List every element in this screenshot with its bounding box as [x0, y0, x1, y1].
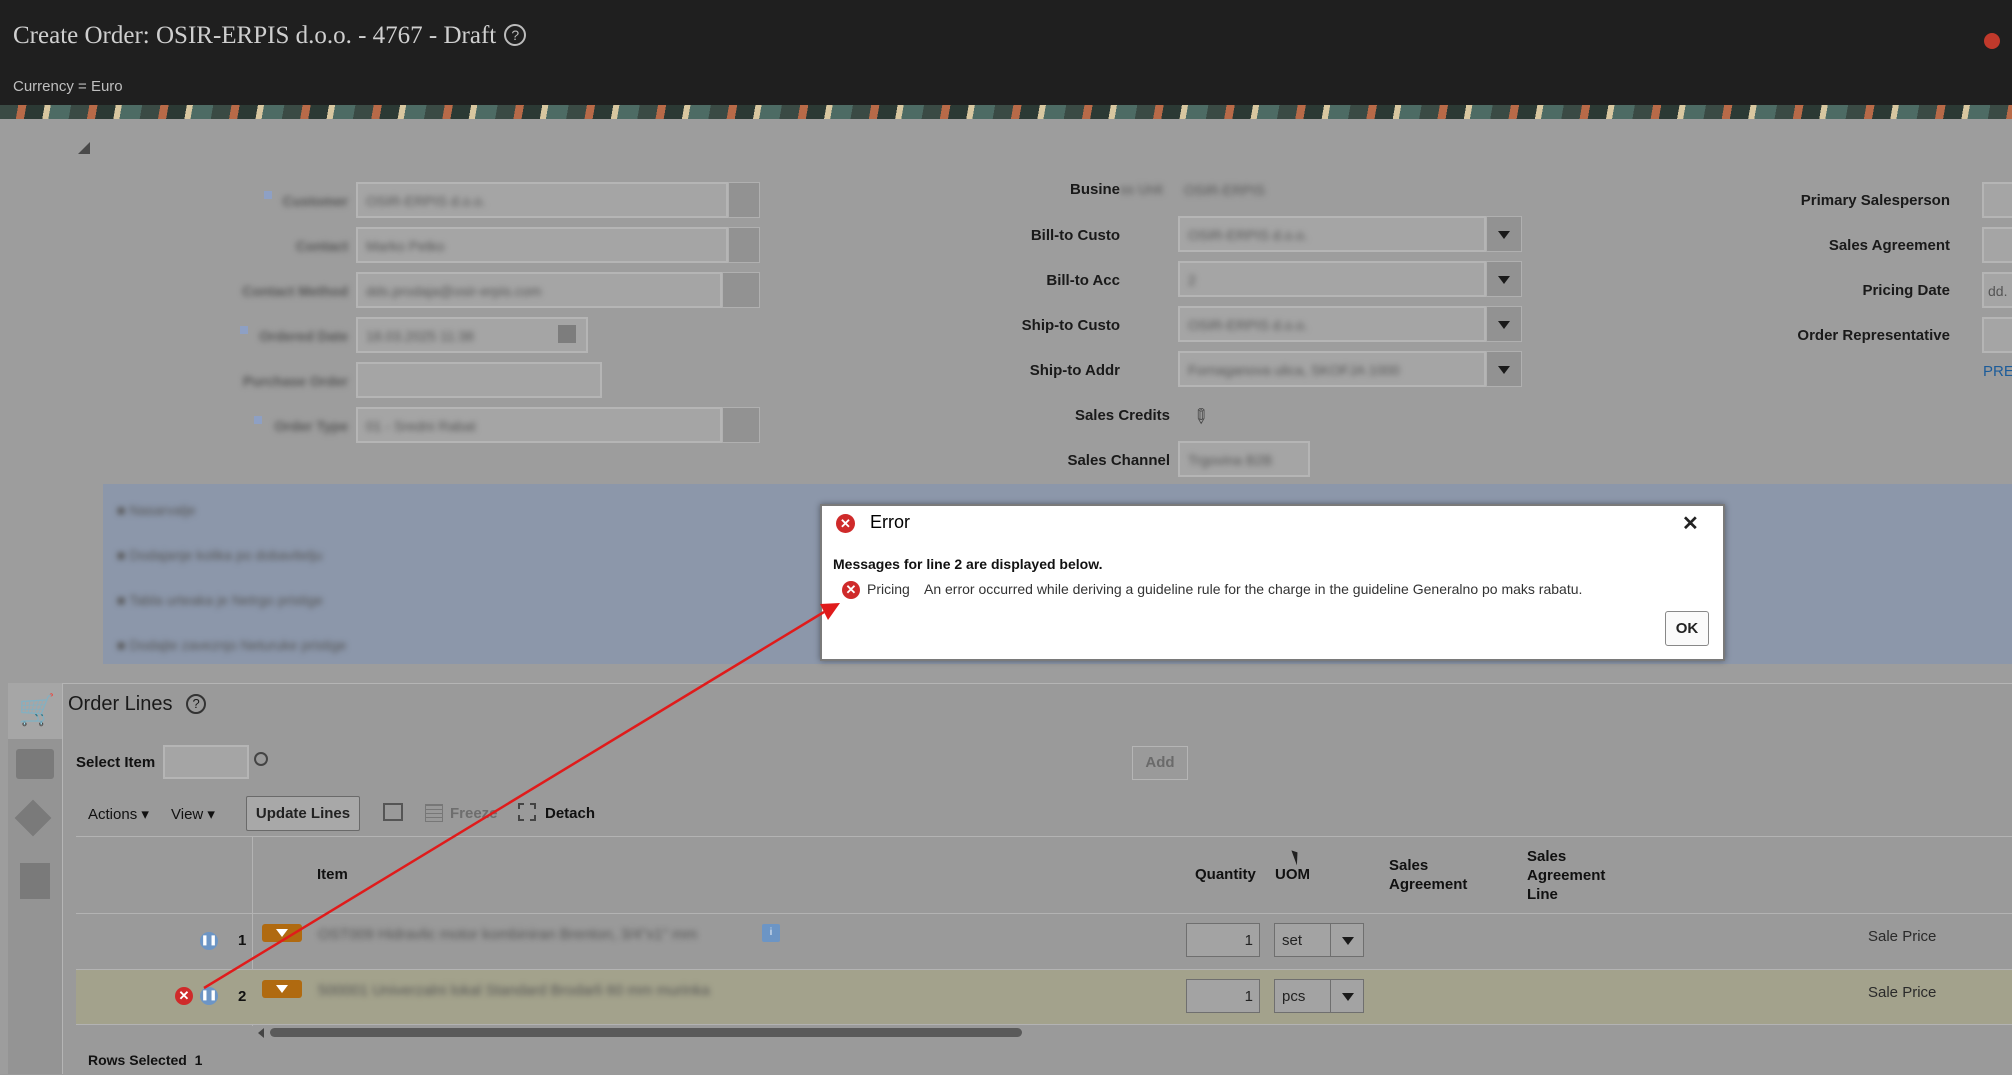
annotation-arrow — [203, 603, 840, 990]
arrow-line — [203, 610, 825, 990]
